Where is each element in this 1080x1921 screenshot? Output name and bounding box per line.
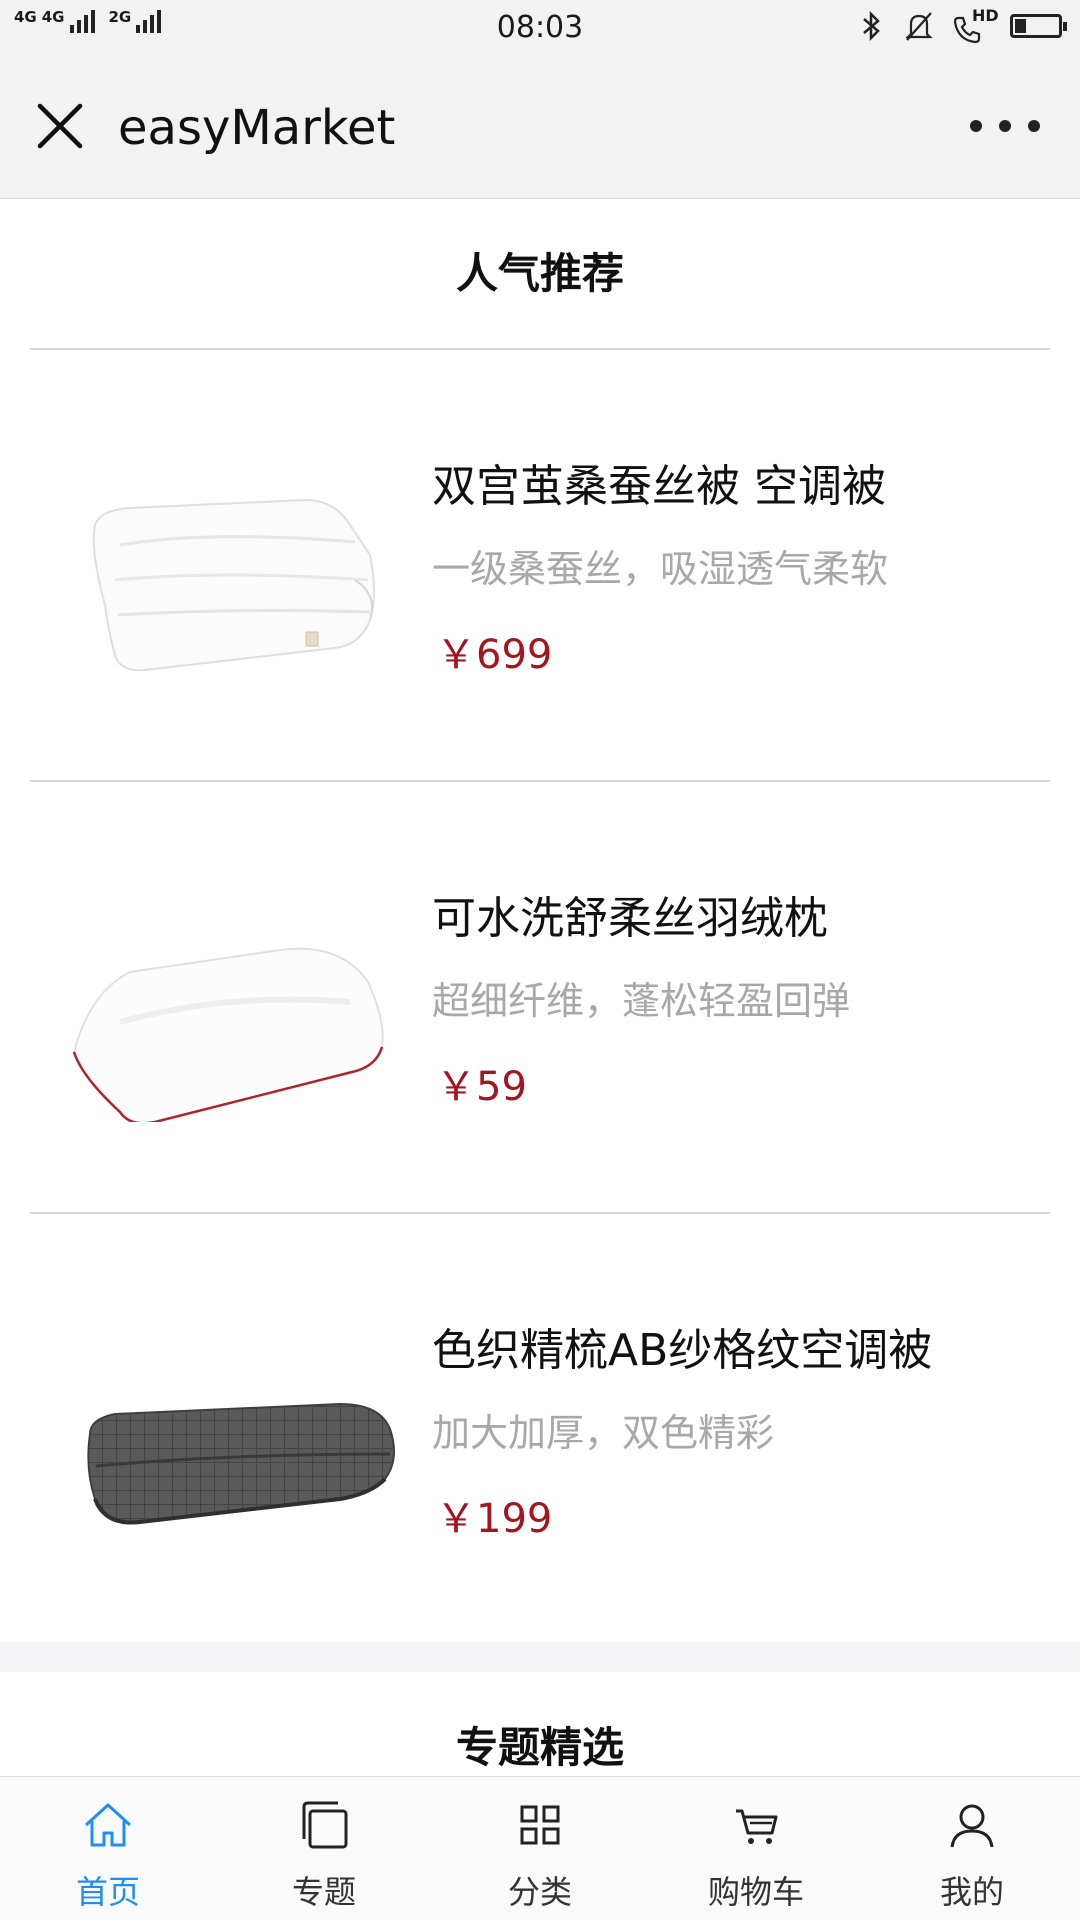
- mute-bell-icon: [905, 12, 933, 41]
- hot-section-title: 人气推荐: [455, 249, 624, 298]
- home-icon: [84, 1803, 132, 1847]
- tab-label: 购物车: [707, 1873, 804, 1911]
- category-icon: [520, 1805, 560, 1845]
- product-name: 色织精梳AB纱格纹空调被: [432, 1325, 933, 1376]
- tab-topic[interactable]: 专题: [216, 1777, 432, 1921]
- product-name: 双宫茧桑蚕丝被 空调被: [432, 461, 886, 512]
- tab-bar: 首页 专题 分类 购物车 我的: [0, 1776, 1080, 1921]
- user-icon: [950, 1804, 994, 1848]
- page-title: easyMarket: [118, 100, 396, 156]
- section-separator: [0, 1642, 1080, 1672]
- product-name: 可水洗舒柔丝羽绒枕: [432, 893, 828, 944]
- battery-level: [1015, 19, 1026, 33]
- tab-home[interactable]: 首页: [0, 1777, 216, 1921]
- status-icons: HD: [858, 6, 1067, 44]
- product-brief: 一级桑蚕丝，吸湿透气柔软: [432, 547, 889, 591]
- product-price: ￥699: [436, 632, 553, 678]
- tab-label: 分类: [507, 1873, 572, 1911]
- hd-label: HD: [972, 6, 999, 25]
- cart-icon: [736, 1809, 778, 1844]
- bluetooth-icon: [863, 11, 880, 41]
- topic-section-title: 专题精选: [455, 1723, 624, 1772]
- nav-bar: easyMarket: [0, 58, 1080, 199]
- topic-icon: [302, 1801, 348, 1849]
- product-item[interactable]: 可水洗舒柔丝羽绒枕 超细纤维，蓬松轻盈回弹 ￥59: [0, 782, 1080, 1212]
- product-price: ￥199: [436, 1496, 553, 1542]
- tab-label: 首页: [75, 1873, 140, 1911]
- status-bar: 4G 4G 2G 08:03 HD: [0, 0, 1080, 58]
- close-icon[interactable]: [34, 100, 86, 152]
- tab-category[interactable]: 分类: [432, 1777, 648, 1921]
- product-item[interactable]: 双宫茧桑蚕丝被 空调被 一级桑蚕丝，吸湿透气柔软 ￥699: [0, 350, 1080, 780]
- product-price: ￥59: [436, 1064, 527, 1110]
- tab-cart[interactable]: 购物车: [648, 1777, 864, 1921]
- product-brief: 加大加厚，双色精彩: [432, 1411, 775, 1455]
- battery-icon: [1010, 14, 1067, 38]
- more-options-icon[interactable]: [970, 108, 1040, 144]
- gray-blanket-image: [87, 1402, 395, 1525]
- tab-mine[interactable]: 我的: [864, 1777, 1080, 1921]
- white-pillow-image: [72, 947, 384, 1122]
- product-brief: 超细纤维，蓬松轻盈回弹: [432, 979, 851, 1023]
- tab-label: 专题: [291, 1873, 356, 1911]
- tab-label: 我的: [939, 1873, 1004, 1911]
- product-item[interactable]: 色织精梳AB纱格纹空调被 加大加厚，双色精彩 ￥199: [0, 1214, 1080, 1644]
- hd-call-icon: HD: [952, 6, 999, 44]
- white-quilt-image: [92, 498, 375, 672]
